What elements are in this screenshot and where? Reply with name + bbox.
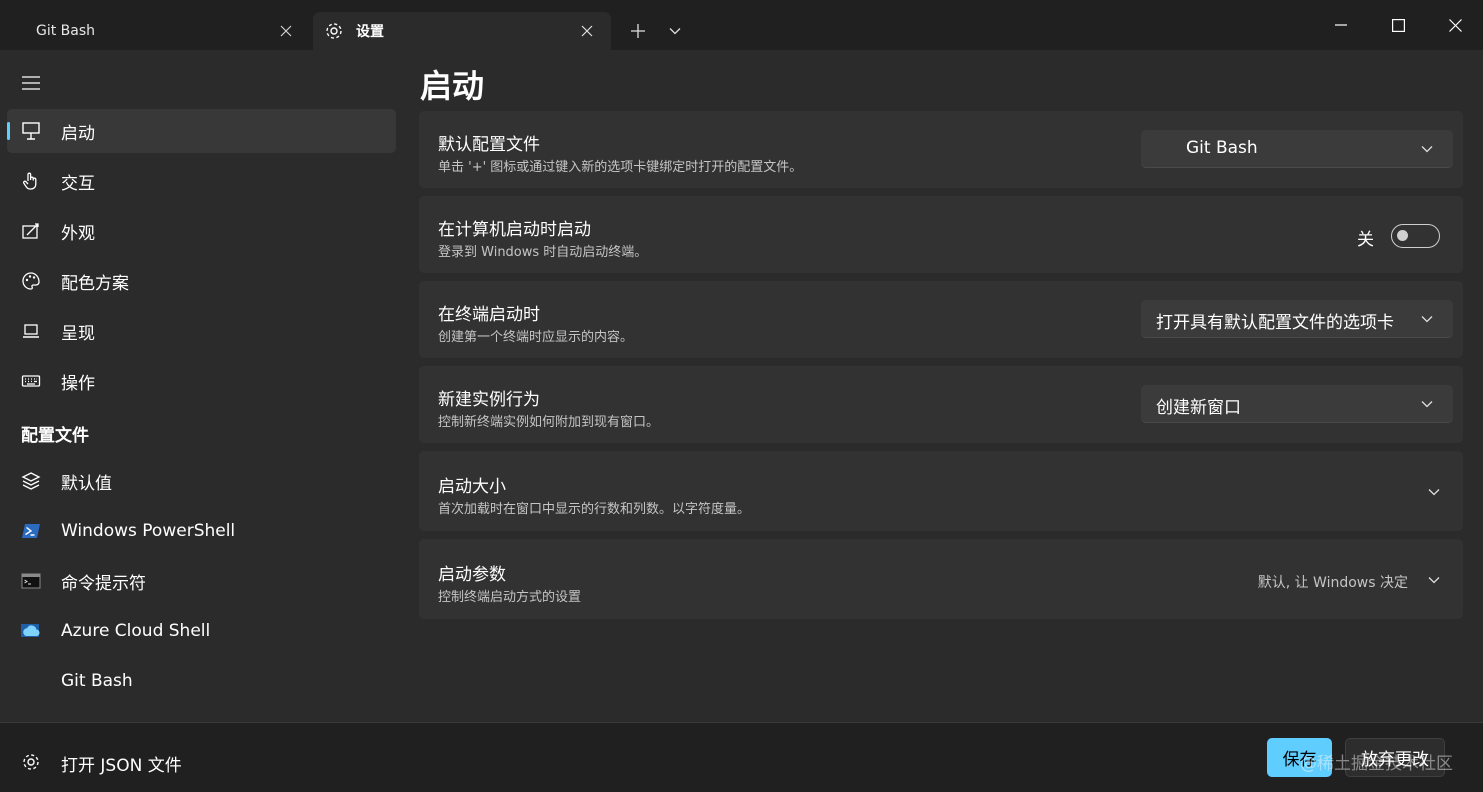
appearance-icon (19, 219, 43, 243)
page-title: 启动 (420, 67, 485, 105)
launch-mode-dropdown[interactable]: 打开具有默认配置文件的选项卡 (1141, 300, 1453, 338)
sidebar-item-git-bash[interactable]: Git Bash (7, 659, 396, 703)
sidebar-item-defaults[interactable]: 默认值 (7, 459, 396, 503)
azure-cloud-icon (19, 619, 43, 643)
startup-icon (19, 119, 43, 143)
chevron-down-icon (669, 28, 681, 35)
plus-icon (631, 24, 645, 38)
sidebar-item-rendering[interactable]: 呈现 (7, 309, 396, 353)
setting-description: 单击 '+' 图标或通过键入新的选项卡键绑定时打开的配置文件。 (438, 160, 803, 175)
default-profile-dropdown[interactable]: Git Bash (1141, 130, 1453, 168)
open-json-file-link[interactable]: 打开 JSON 文件 (61, 751, 182, 776)
sidebar-item-color-schemes[interactable]: 配色方案 (7, 259, 396, 303)
setting-title: 在终端启动时 (438, 305, 540, 325)
settings-main: 启动 交互 外观 配色方案 呈现 操作 配置文件 默认值 Windows Pow… (0, 50, 1483, 722)
tab-dropdown-button[interactable] (662, 18, 688, 44)
sidebar-item-startup[interactable]: 启动 (7, 109, 396, 153)
maximize-button[interactable] (1370, 0, 1426, 50)
setting-launch-size-expander[interactable]: 启动大小 首次加载时在窗口中显示的行数和列数。以字符度量。 (419, 451, 1463, 531)
close-icon[interactable] (276, 21, 296, 41)
sidebar-item-actions[interactable]: 操作 (7, 359, 396, 403)
window-close-button[interactable] (1427, 0, 1483, 50)
powershell-icon (19, 519, 43, 543)
setting-description: 创建第一个终端时应显示的内容。 (438, 330, 634, 345)
setting-launch-on-startup: 在计算机启动时启动 登录到 Windows 时自动启动终端。 关 (419, 196, 1463, 273)
gear-icon[interactable] (20, 751, 42, 773)
dropdown-value: 打开具有默认配置文件的选项卡 (1156, 313, 1394, 333)
sidebar-item-appearance[interactable]: 外观 (7, 209, 396, 253)
sidebar-item-label: 配色方案 (61, 273, 129, 294)
dropdown-value: Git Bash (1186, 138, 1258, 158)
setting-title: 新建实例行为 (438, 390, 540, 410)
sidebar-item-powershell[interactable]: Windows PowerShell (7, 509, 396, 553)
gear-icon (323, 20, 345, 42)
chevron-down-icon (1419, 311, 1435, 327)
chevron-down-icon (1419, 141, 1435, 157)
sidebar-item-label: 命令提示符 (61, 573, 146, 594)
sidebar-item-label: Windows PowerShell (61, 521, 236, 541)
tab-title: Git Bash (36, 23, 96, 39)
setting-title: 启动参数 (438, 565, 506, 585)
sidebar-item-azure-cloud-shell[interactable]: Azure Cloud Shell (7, 609, 396, 653)
sidebar-item-label: 呈现 (61, 323, 95, 344)
palette-icon (19, 269, 43, 293)
sidebar-item-label: Azure Cloud Shell (61, 621, 211, 641)
setting-description: 控制新终端实例如何附加到现有窗口。 (438, 415, 660, 430)
setting-launch-parameters-expander[interactable]: 启动参数 控制终端启动方式的设置 默认, 让 Windows 决定 (419, 539, 1463, 619)
setting-launch-mode: 在终端启动时 创建第一个终端时应显示的内容。 打开具有默认配置文件的选项卡 (419, 281, 1463, 358)
setting-value: 默认, 让 Windows 决定 (1257, 575, 1408, 591)
profiles-section-header: 配置文件 (21, 426, 89, 446)
setting-description: 登录到 Windows 时自动启动终端。 (438, 245, 648, 260)
layers-icon (19, 469, 43, 493)
title-bar: Git Bash 设置 (0, 0, 1483, 50)
keyboard-icon (19, 369, 43, 393)
close-icon (1448, 18, 1462, 32)
footer-bar: 打开 JSON 文件 保存 放弃更改 @稀土掘金技术社区 (0, 722, 1483, 792)
new-instance-behavior-dropdown[interactable]: 创建新窗口 (1141, 385, 1453, 423)
dropdown-value: 创建新窗口 (1156, 398, 1241, 418)
setting-default-profile: 默认配置文件 单击 '+' 图标或通过键入新的选项卡键绑定时打开的配置文件。 G… (419, 111, 1463, 188)
tab-settings[interactable]: 设置 (313, 12, 611, 50)
maximize-icon (1391, 18, 1405, 32)
sidebar-item-label: Git Bash (61, 671, 133, 691)
save-button[interactable]: 保存 (1267, 738, 1332, 777)
minimize-button[interactable] (1313, 0, 1369, 50)
sidebar-item-label: 启动 (61, 123, 95, 144)
laptop-icon (19, 319, 43, 343)
sidebar-item-interaction[interactable]: 交互 (7, 159, 396, 203)
hand-pointer-icon (19, 169, 43, 193)
tab-title: 设置 (356, 24, 384, 40)
setting-new-instance-behavior: 新建实例行为 控制新终端实例如何附加到现有窗口。 创建新窗口 (419, 366, 1463, 443)
setting-title: 启动大小 (438, 477, 506, 497)
setting-description: 控制终端启动方式的设置 (438, 590, 582, 605)
new-tab-button[interactable] (625, 18, 651, 44)
setting-title: 在计算机启动时启动 (438, 220, 591, 240)
tab-git-bash[interactable]: Git Bash (20, 12, 310, 50)
toggle-knob (1397, 230, 1408, 241)
discard-changes-button[interactable]: 放弃更改 (1345, 738, 1445, 777)
chevron-down-icon (1425, 571, 1443, 589)
sidebar-item-label: 外观 (61, 223, 95, 244)
sidebar-item-label: 默认值 (61, 473, 112, 494)
toggle-state-label: 关 (1357, 230, 1374, 250)
close-icon[interactable] (577, 21, 597, 41)
sidebar-item-label: 交互 (61, 173, 95, 194)
launch-on-startup-toggle[interactable] (1391, 224, 1440, 248)
hamburger-menu-icon[interactable] (20, 72, 42, 94)
chevron-down-icon (1419, 396, 1435, 412)
chevron-down-icon (1425, 483, 1443, 501)
sidebar-item-cmd[interactable]: 命令提示符 (7, 559, 396, 603)
minimize-icon (1335, 24, 1347, 26)
sidebar-item-label: 操作 (61, 373, 95, 394)
setting-title: 默认配置文件 (438, 135, 540, 155)
setting-description: 首次加载时在窗口中显示的行数和列数。以字符度量。 (438, 502, 751, 517)
cmd-icon (19, 569, 43, 593)
